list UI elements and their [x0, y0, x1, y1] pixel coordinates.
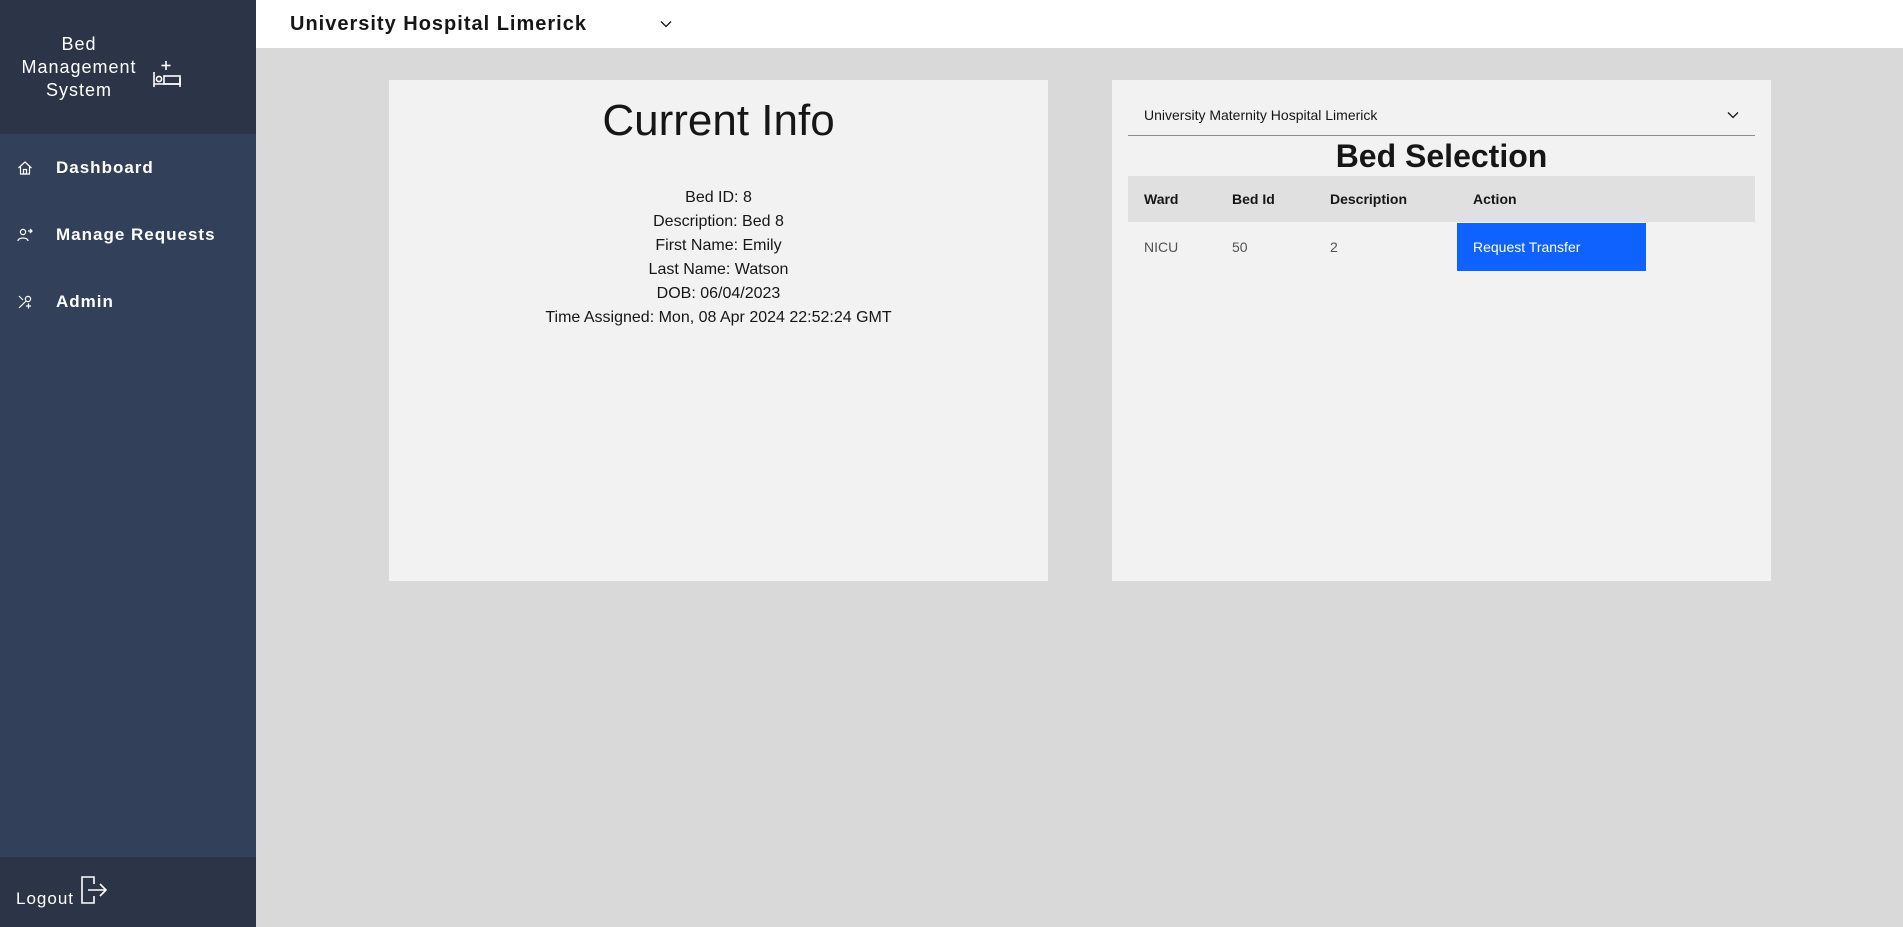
bed-table: Ward Bed Id Description Action NICU 50 2… — [1128, 176, 1755, 272]
current-info-list: Bed ID: 8 Description: Bed 8 First Name:… — [389, 186, 1048, 330]
sidebar-item-dashboard[interactable]: Dashboard — [0, 134, 256, 201]
sidebar-item-manage-requests[interactable]: Manage Requests — [0, 201, 256, 268]
column-header-ward: Ward — [1144, 191, 1179, 207]
column-header-action: Action — [1473, 191, 1517, 207]
brand-title: Bed Management System — [21, 33, 137, 100]
bed-selection-title: Bed Selection — [1335, 138, 1548, 174]
dob-text: DOB: 06/04/2023 — [656, 285, 781, 302]
table-row: NICU 50 2 Request Transfer — [1128, 222, 1755, 272]
last-name-text: Last Name: Watson — [648, 261, 789, 278]
cell-action: Request Transfer — [1457, 222, 1755, 272]
hospital-dropdown[interactable]: University Hospital Limerick — [290, 13, 672, 36]
cell-description: 2 — [1330, 239, 1338, 255]
current-info-panel: Current Info Bed ID: 8 Description: Bed … — [389, 80, 1048, 581]
brand: Bed Management System — [0, 0, 256, 134]
user-requests-icon — [16, 226, 34, 244]
time-assigned-text: Time Assigned: Mon, 08 Apr 2024 22:52:24… — [545, 309, 892, 326]
bed-selection-panel: University Maternity Hospital Limerick B… — [1112, 80, 1771, 581]
logout-icon — [80, 875, 108, 910]
admin-tools-icon — [16, 293, 34, 311]
bed-id-text: Bed ID: 8 — [685, 189, 752, 206]
sidebar-item-admin[interactable]: Admin — [0, 268, 256, 335]
target-hospital-dropdown[interactable]: University Maternity Hospital Limerick — [1128, 94, 1755, 136]
sidebar: Bed Management System Dashboard Manage R… — [0, 0, 256, 927]
chevron-down-icon — [1727, 106, 1739, 124]
top-header: University Hospital Limerick — [256, 0, 1903, 48]
sidebar-item-label: Manage Requests — [56, 224, 216, 244]
cell-ward: NICU — [1144, 239, 1179, 255]
target-hospital-value: University Maternity Hospital Limerick — [1144, 106, 1378, 123]
home-icon — [16, 159, 34, 177]
column-header-bed-id: Bed Id — [1232, 191, 1275, 207]
chevron-down-icon — [660, 15, 672, 33]
cell-bed-id: 50 — [1232, 239, 1248, 255]
hospital-bed-icon — [152, 60, 182, 93]
table-header-row: Ward Bed Id Description Action — [1128, 176, 1755, 222]
logout-label: Logout — [16, 889, 74, 908]
first-name-text: First Name: Emily — [655, 237, 782, 254]
current-info-title: Current Info — [602, 96, 835, 145]
logout-button[interactable]: Logout — [0, 857, 256, 927]
request-transfer-button[interactable]: Request Transfer — [1457, 223, 1646, 271]
sidebar-item-label: Dashboard — [56, 157, 154, 177]
sidebar-item-label: Admin — [56, 291, 114, 311]
sidebar-nav: Dashboard Manage Requests Admin — [0, 134, 256, 335]
description-text: Description: Bed 8 — [653, 213, 784, 230]
hospital-dropdown-value: University Hospital Limerick — [290, 12, 587, 35]
column-header-description: Description — [1330, 191, 1408, 207]
